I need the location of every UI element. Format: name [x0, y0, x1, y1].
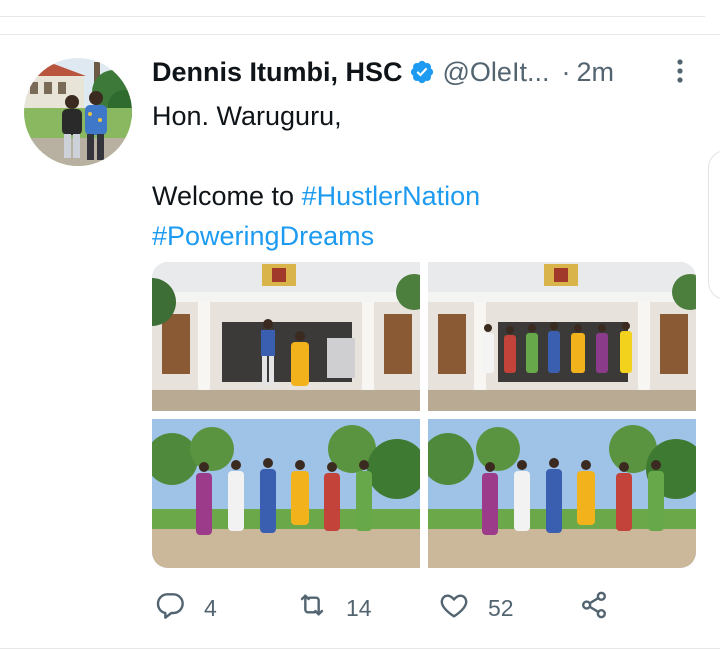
- reply-button[interactable]: 4: [154, 588, 217, 628]
- tweet-text: Hon. Waruguru, Welcome to #HustlerNation…: [152, 96, 672, 256]
- bottom-divider: [0, 648, 720, 649]
- like-button[interactable]: 52: [438, 588, 514, 628]
- text-span: Hon. Waruguru,: [152, 101, 342, 131]
- text-span: Welcome to: [152, 181, 302, 211]
- tweet-photo-2[interactable]: [428, 262, 696, 411]
- share-button[interactable]: [578, 588, 610, 628]
- share-icon: [578, 589, 610, 627]
- tweet-photo-1[interactable]: [152, 262, 420, 411]
- retweet-button[interactable]: 14: [296, 588, 372, 628]
- tweet-header: Dennis Itumbi, HSC @OleIt... · 2m: [152, 54, 692, 90]
- tweet-photo-4[interactable]: [428, 419, 696, 568]
- heart-icon: [438, 589, 470, 627]
- hashtag-link[interactable]: #PoweringDreams: [152, 221, 374, 251]
- retweet-count: 14: [346, 594, 372, 621]
- tweet-actions: 4 14 52: [152, 588, 672, 628]
- tweet-text-line: #PoweringDreams: [152, 216, 672, 256]
- tweet-text-line: Hon. Waruguru,: [152, 96, 672, 136]
- tweet-photo-3[interactable]: [152, 419, 420, 568]
- tweet-text-blank-line: [152, 136, 672, 176]
- tweet-text-line: Welcome to #HustlerNation: [152, 176, 672, 216]
- hashtag-link[interactable]: #HustlerNation: [302, 181, 481, 211]
- tweet-timestamp[interactable]: 2m: [576, 57, 614, 88]
- separator-dot: ·: [561, 56, 571, 87]
- author-handle[interactable]: @OleIt...: [443, 57, 550, 88]
- side-panel-edge: [708, 150, 720, 300]
- like-count: 52: [488, 594, 514, 621]
- author-name[interactable]: Dennis Itumbi, HSC: [152, 57, 403, 88]
- author-avatar[interactable]: [24, 58, 132, 166]
- verified-badge-icon: [409, 59, 435, 85]
- reply-count: 4: [204, 594, 217, 621]
- top-divider: [0, 16, 705, 17]
- more-vertical-icon[interactable]: [672, 57, 688, 85]
- reply-icon: [154, 589, 186, 627]
- tweet-divider: [0, 34, 720, 35]
- media-grid: [152, 262, 696, 568]
- retweet-icon: [296, 589, 328, 627]
